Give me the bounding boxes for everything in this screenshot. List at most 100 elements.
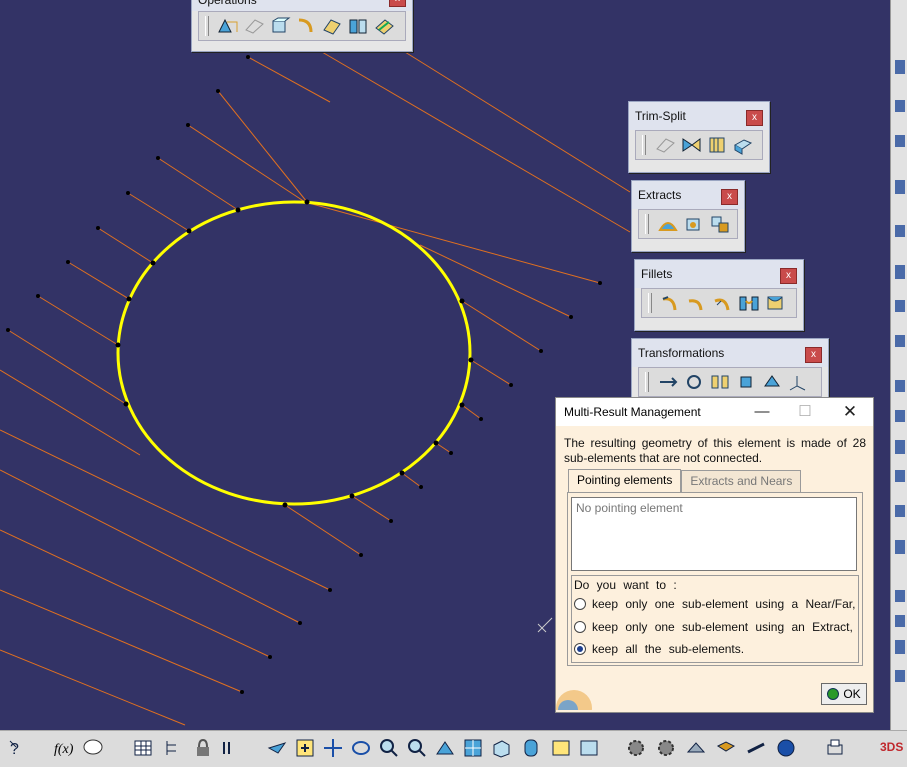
rotate-icon[interactable] xyxy=(683,372,705,392)
tab-pointing-elements[interactable]: Pointing elements xyxy=(568,469,682,493)
right-toolbar[interactable] xyxy=(890,0,907,730)
toolbar-icons xyxy=(198,11,406,41)
shading-icon[interactable] xyxy=(520,737,542,759)
grip-handle[interactable] xyxy=(648,293,652,313)
multi-view-icon[interactable] xyxy=(462,737,484,759)
maximize-button[interactable]: ☐ xyxy=(791,402,819,422)
measure-icon[interactable] xyxy=(745,737,767,759)
fit-all-icon[interactable] xyxy=(294,737,316,759)
catia-logo-icon: 3DS xyxy=(880,740,903,754)
fillets-toolbar[interactable]: Fillets x xyxy=(634,259,804,331)
join-icon[interactable] xyxy=(217,16,239,36)
whats-this-icon[interactable]: ? xyxy=(8,737,30,759)
fly-icon[interactable] xyxy=(266,737,288,759)
option-extract[interactable]: keep only one sub-element using an Extra… xyxy=(574,620,853,634)
zoom-in-icon[interactable] xyxy=(378,737,400,759)
option-near-far[interactable]: keep only one sub-element using a Near/F… xyxy=(574,597,855,611)
analysis-icon[interactable] xyxy=(685,737,707,759)
normal-view-icon[interactable] xyxy=(434,737,456,759)
dialog-title: Multi-Result Management xyxy=(564,405,701,419)
close-icon[interactable]: x xyxy=(389,0,406,7)
hide-show-icon[interactable] xyxy=(550,737,572,759)
iso-view-icon[interactable] xyxy=(490,737,512,759)
part-icon[interactable] xyxy=(715,737,737,759)
product-icon[interactable] xyxy=(775,737,797,759)
untrim-icon[interactable] xyxy=(269,16,291,36)
radio-near-far[interactable] xyxy=(574,598,586,610)
edge-fillet-icon[interactable] xyxy=(686,293,708,313)
pointing-elements-list[interactable]: No pointing element xyxy=(571,497,857,571)
rotate-view-icon[interactable] xyxy=(350,737,372,759)
formula-icon[interactable]: f(x) xyxy=(54,737,76,759)
multi-result-management-dialog[interactable]: Multi-Result Management — ☐ ✕ The result… xyxy=(555,397,874,713)
comment-icon[interactable] xyxy=(82,737,104,759)
trim-icon[interactable] xyxy=(654,135,676,155)
grip-handle[interactable] xyxy=(645,372,649,392)
scaling-icon[interactable] xyxy=(735,372,757,392)
translate-icon[interactable] xyxy=(657,372,679,392)
disassemble-solid-icon[interactable] xyxy=(732,135,754,155)
grip-handle[interactable] xyxy=(205,16,209,36)
face-face-fillet-icon[interactable] xyxy=(738,293,760,313)
toolbar-title: Fillets xyxy=(635,260,803,288)
multiple-extract-icon[interactable] xyxy=(709,214,731,234)
ok-icon xyxy=(827,688,840,700)
options-group: Do you want to : keep only one sub-eleme… xyxy=(571,575,859,663)
operations-toolbar[interactable]: Operations x xyxy=(191,0,413,52)
table-icon[interactable] xyxy=(132,737,154,759)
right-toolbar-icons xyxy=(895,60,905,682)
close-icon[interactable]: x xyxy=(746,110,763,126)
dialog-titlebar[interactable]: Multi-Result Management xyxy=(556,398,873,426)
split-icon[interactable] xyxy=(347,16,369,36)
tab-panel: No pointing element Do you want to : kee… xyxy=(567,492,863,666)
option-label: keep only one sub-element using an Extra… xyxy=(592,620,853,634)
trim-split-toolbar[interactable]: Trim-Split x xyxy=(628,101,770,173)
projection-lines xyxy=(0,51,631,726)
extrapolate-icon[interactable] xyxy=(373,16,395,36)
toolbar-title: Operations xyxy=(192,0,412,11)
disassemble-icon[interactable] xyxy=(295,16,317,36)
split-icon[interactable] xyxy=(680,135,702,155)
boundary-icon[interactable] xyxy=(321,16,343,36)
tree-icon[interactable] xyxy=(162,737,184,759)
gear-icon[interactable] xyxy=(625,737,647,759)
close-icon[interactable]: x xyxy=(780,268,797,284)
swap-space-icon[interactable] xyxy=(578,737,600,759)
bottom-toolbar[interactable]: ? f(x) 3DS xyxy=(0,730,907,767)
radio-keep-all[interactable] xyxy=(574,643,586,655)
healing-icon[interactable] xyxy=(243,16,265,36)
svg-text:?: ? xyxy=(10,741,19,758)
print-icon[interactable] xyxy=(824,737,846,759)
toolbar-title: Transformations xyxy=(632,339,828,367)
close-icon[interactable]: x xyxy=(721,189,738,205)
catia-logo-icon xyxy=(556,690,592,710)
extracts-toolbar[interactable]: Extracts x xyxy=(631,180,745,252)
option-label: keep only one sub-element using a Near/F… xyxy=(592,597,856,611)
minimize-button[interactable]: — xyxy=(748,402,776,422)
option-keep-all[interactable]: keep all the sub-elements. xyxy=(574,642,744,656)
zoom-out-icon[interactable] xyxy=(406,737,428,759)
toolbar-icons xyxy=(635,130,763,160)
variable-fillet-icon[interactable] xyxy=(712,293,734,313)
svg-text:f(x): f(x) xyxy=(54,742,74,757)
extract-face-icon[interactable] xyxy=(683,214,705,234)
axis-to-axis-icon[interactable] xyxy=(787,372,809,392)
affinity-icon[interactable] xyxy=(761,372,783,392)
gear-icon[interactable] xyxy=(655,737,677,759)
boundary-extract-icon[interactable] xyxy=(657,214,679,234)
lock-icon[interactable] xyxy=(192,737,214,759)
grip-handle[interactable] xyxy=(642,135,646,155)
tritangent-fillet-icon[interactable] xyxy=(764,293,786,313)
yellow-circle-curve[interactable] xyxy=(116,200,472,506)
pan-icon[interactable] xyxy=(322,737,344,759)
tab-extracts-and-nears[interactable]: Extracts and Nears xyxy=(681,470,802,492)
symmetry-icon[interactable] xyxy=(709,372,731,392)
shape-fillet-icon[interactable] xyxy=(660,293,682,313)
ok-button[interactable]: OK xyxy=(821,683,867,705)
untrim-surface-icon[interactable] xyxy=(706,135,728,155)
radio-extract[interactable] xyxy=(574,621,586,633)
grip-handle[interactable] xyxy=(645,214,649,234)
close-button[interactable]: ✕ xyxy=(836,402,864,422)
parameters-icon[interactable] xyxy=(220,737,242,759)
close-icon[interactable]: x xyxy=(805,347,822,363)
